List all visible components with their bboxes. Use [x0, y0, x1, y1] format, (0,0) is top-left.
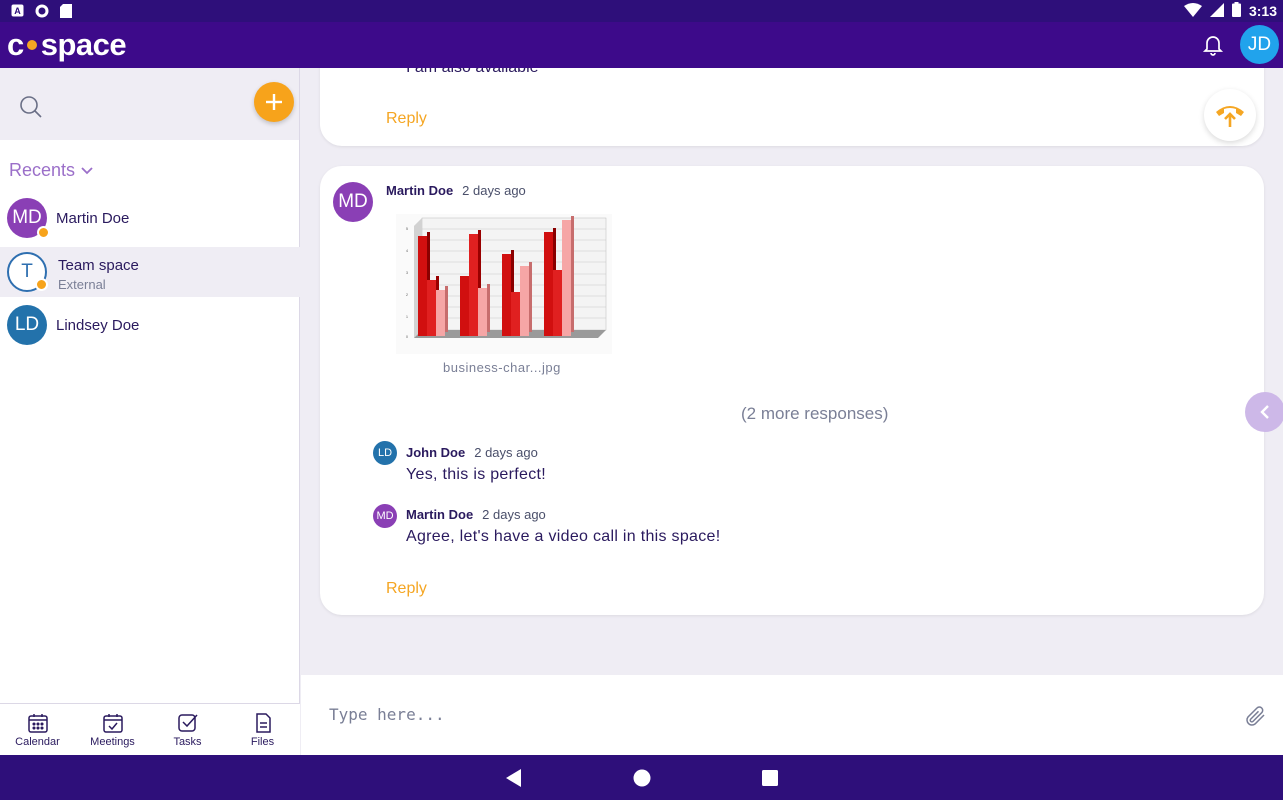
open-panel-button[interactable]: [1245, 392, 1283, 432]
timestamp: 2 days ago: [482, 507, 546, 522]
calendar-icon: [27, 713, 48, 733]
recents-icon[interactable]: [760, 768, 780, 788]
clock-time: 3:13: [1248, 3, 1277, 19]
response-meta: John Doe 2 days ago: [406, 445, 538, 460]
avatar: LD: [373, 441, 397, 465]
app-header: c space JD: [0, 22, 1283, 68]
cospace-logo[interactable]: c space: [7, 27, 127, 62]
battery-icon: [1231, 2, 1241, 20]
search-icon[interactable]: [18, 94, 44, 120]
nav-tasks[interactable]: Tasks: [150, 704, 225, 755]
plus-icon: [266, 94, 282, 110]
files-icon: [255, 712, 271, 733]
chevron-left-icon: [1260, 405, 1269, 419]
nav-files[interactable]: Files: [225, 704, 300, 755]
contact-name: Martin Doe: [56, 209, 130, 227]
sidebar-toolbar: [0, 68, 299, 140]
signal-icon: [1209, 2, 1224, 20]
wifi-icon: [1183, 2, 1202, 20]
chevron-down-icon: [81, 166, 93, 174]
author-name[interactable]: Martin Doe: [386, 183, 453, 198]
call-button[interactable]: [1204, 89, 1256, 141]
record-icon: [34, 3, 49, 18]
message-card: I am also available Reply: [320, 68, 1264, 146]
paperclip-icon[interactable]: [1245, 705, 1267, 727]
message-meta: Martin Doe 2 days ago: [386, 183, 526, 198]
notification-a-icon: A: [10, 3, 25, 18]
tasks-icon: [177, 713, 198, 732]
response-text: Yes, this is perfect!: [406, 466, 546, 483]
timestamp: 2 days ago: [474, 445, 538, 460]
message-input[interactable]: [329, 699, 1209, 729]
add-button[interactable]: [254, 82, 294, 122]
avatar: LD: [7, 305, 47, 345]
reply-button[interactable]: Reply: [386, 110, 427, 128]
svg-text:2: 2: [406, 293, 408, 297]
message-text: I am also available: [406, 68, 539, 77]
recents-dropdown[interactable]: Recents: [9, 160, 93, 181]
phone-upload-icon: [1216, 106, 1244, 127]
contact-team-space[interactable]: T Team space External: [0, 247, 300, 297]
contact-name: Lindsey Doe: [56, 316, 140, 334]
author-name[interactable]: John Doe: [406, 445, 465, 460]
chart-thumbnail-image: 5 4 3 2 1 0: [406, 216, 607, 339]
contact-name: Team space: [58, 257, 139, 274]
avatar: MD: [373, 504, 397, 528]
status-bar: A 3:13: [0, 0, 1283, 22]
meetings-icon: [102, 713, 123, 733]
svg-text:A: A: [14, 6, 21, 16]
message-composer: [301, 675, 1283, 755]
bottom-nav: Calendar Meetings Tasks Files: [0, 703, 300, 755]
avatar: T: [7, 252, 48, 292]
avatar: MD: [333, 182, 373, 222]
contact-lindsey-doe[interactable]: LD Lindsey Doe: [0, 300, 300, 350]
presence-badge: [37, 226, 50, 239]
system-nav-bar: [0, 755, 1283, 800]
avatar: MD: [7, 198, 50, 239]
author-name[interactable]: Martin Doe: [406, 507, 473, 522]
more-responses-link[interactable]: (2 more responses): [741, 404, 888, 424]
user-avatar[interactable]: JD: [1240, 25, 1279, 64]
image-attachment[interactable]: 5 4 3 2 1 0: [396, 214, 612, 354]
svg-text:5: 5: [406, 227, 408, 231]
svg-text:1: 1: [406, 315, 408, 319]
bell-icon[interactable]: [1201, 32, 1225, 56]
contact-martin-doe[interactable]: MD Martin Doe: [0, 193, 300, 243]
thread-view[interactable]: I am also available Reply MD Martin Doe …: [301, 68, 1283, 675]
home-icon[interactable]: [632, 768, 652, 788]
svg-text:3: 3: [406, 271, 408, 275]
logo-dot-icon: [26, 40, 37, 50]
contact-subtitle: External: [58, 277, 106, 292]
response-text: Agree, let's have a video call in this s…: [406, 528, 721, 545]
nav-meetings[interactable]: Meetings: [75, 704, 150, 755]
nav-calendar[interactable]: Calendar: [0, 704, 75, 755]
svg-text:0: 0: [406, 335, 408, 339]
message-card: MD Martin Doe 2 days ago 5 4 3 2 1 0 business…: [320, 166, 1264, 615]
back-icon[interactable]: [503, 768, 523, 788]
attachment-filename[interactable]: business-char...jpg: [443, 360, 561, 375]
presence-badge: [35, 278, 48, 291]
sd-card-icon: [58, 3, 73, 18]
svg-text:4: 4: [406, 249, 408, 253]
timestamp: 2 days ago: [462, 183, 526, 198]
reply-button[interactable]: Reply: [386, 580, 427, 598]
response-meta: Martin Doe 2 days ago: [406, 507, 546, 522]
sidebar: Recents MD Martin Doe T Team space Exter…: [0, 68, 300, 755]
